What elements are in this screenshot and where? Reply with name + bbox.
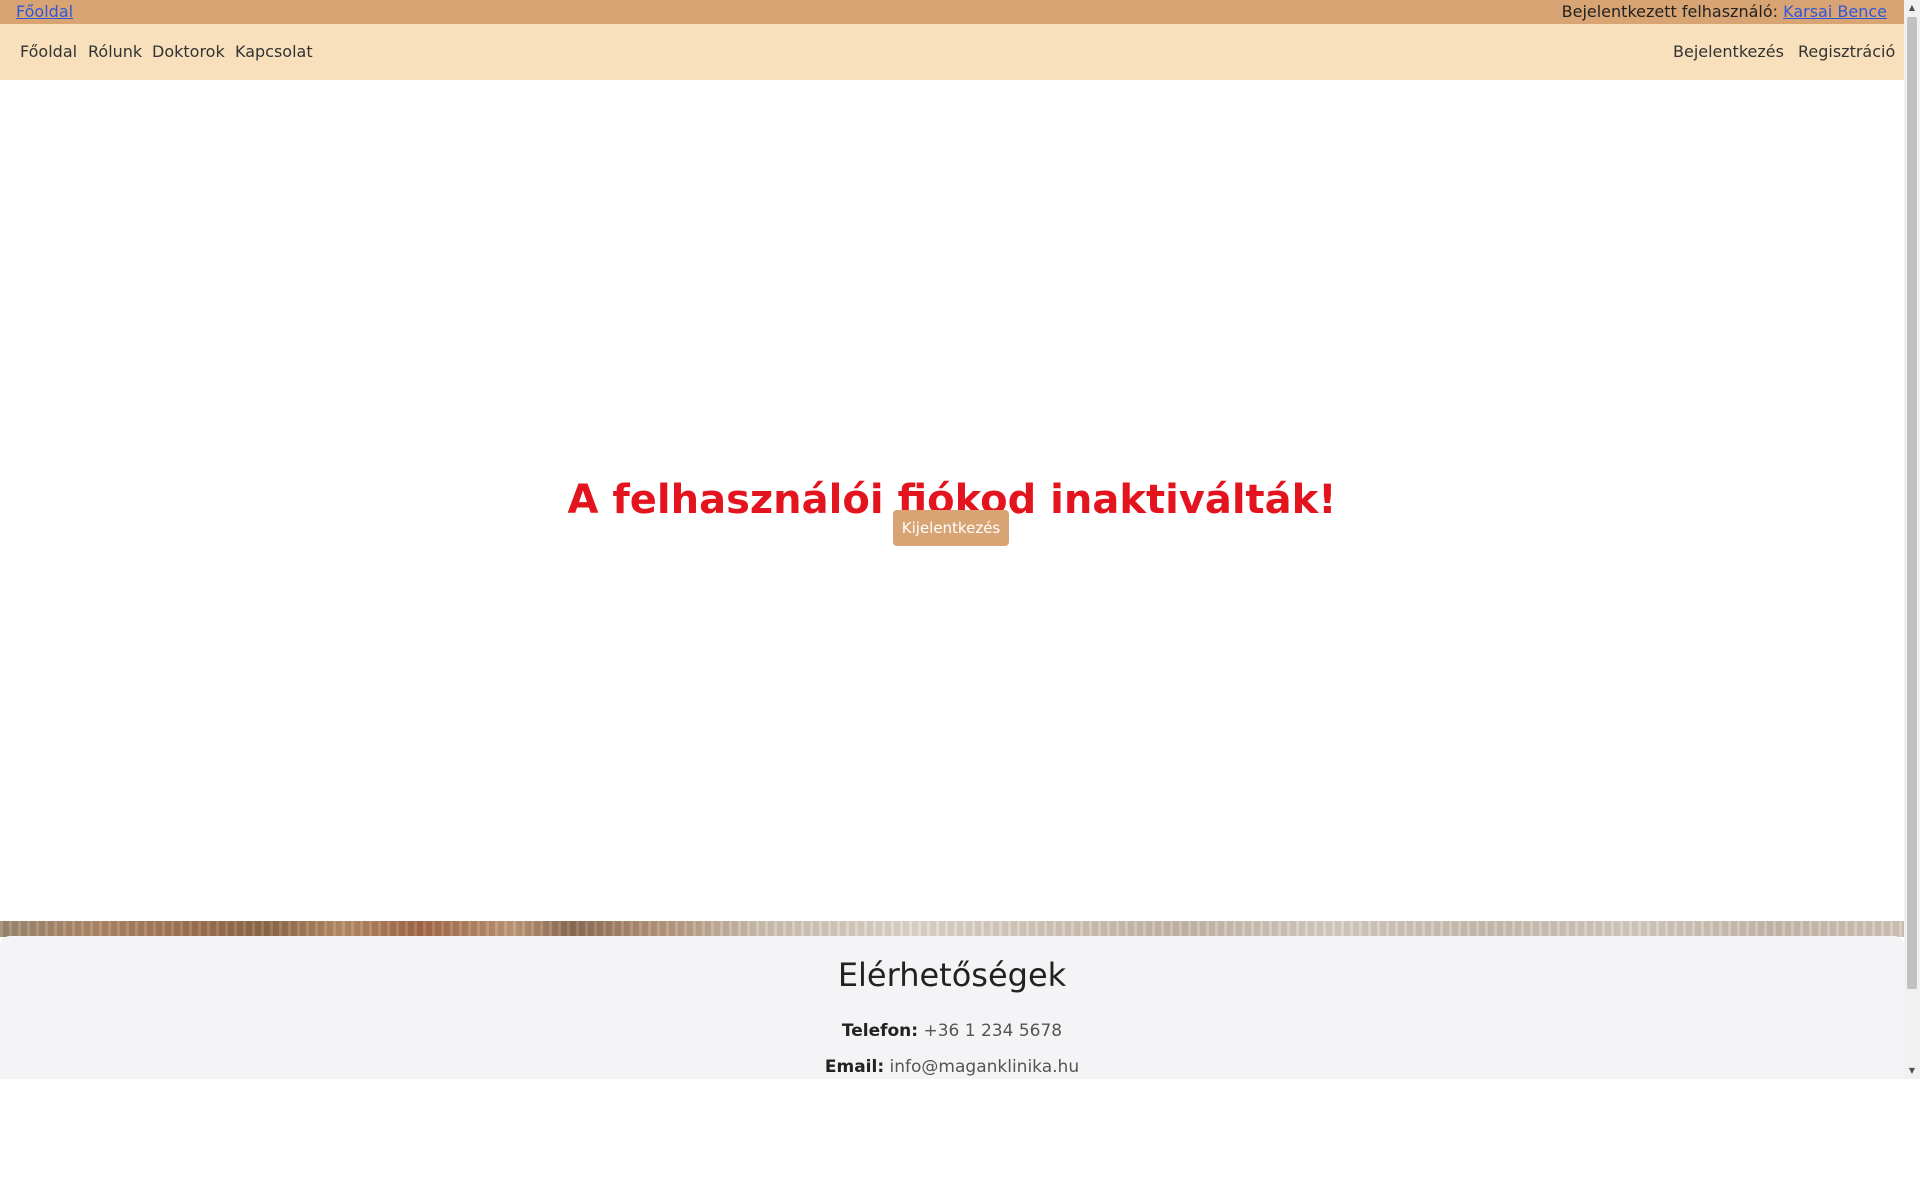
scrollbar-thumb[interactable] <box>1907 17 1917 989</box>
user-name-link[interactable]: Karsai Bence <box>1783 2 1887 21</box>
logged-in-label: Bejelentkezett felhasználó: <box>1561 2 1779 21</box>
page: Főoldal Bejelentkezett felhasználó: Kars… <box>0 0 1904 1079</box>
logout-button[interactable]: Kijelentkezés <box>893 510 1009 546</box>
nav-item-home[interactable]: Főoldal <box>20 24 77 80</box>
nav-item-about[interactable]: Rólunk <box>88 24 142 80</box>
nav-item-doctors[interactable]: Doktorok <box>152 24 225 80</box>
vertical-scrollbar[interactable]: ▲ ▼ <box>1904 0 1920 1079</box>
contact-email-line: Email: info@maganklinika.hu <box>0 1057 1904 1077</box>
browser-viewport: Főoldal Bejelentkezett felhasználó: Kars… <box>0 0 1920 1079</box>
scroll-up-arrow-icon[interactable]: ▲ <box>1904 0 1920 16</box>
email-label: Email: <box>824 1057 885 1077</box>
top-home-link[interactable]: Főoldal <box>16 0 73 24</box>
phone-value: +36 1 234 5678 <box>923 1021 1063 1041</box>
nav-item-register[interactable]: Regisztráció <box>1798 24 1895 80</box>
nav-item-login[interactable]: Bejelentkezés <box>1673 24 1784 80</box>
scroll-down-arrow-icon[interactable]: ▼ <box>1904 1063 1920 1079</box>
footer-background-photo <box>0 921 1904 937</box>
email-value: info@maganklinika.hu <box>889 1057 1080 1077</box>
top-bar: Főoldal Bejelentkezett felhasználó: Kars… <box>0 0 1904 24</box>
phone-label: Telefon: <box>841 1021 919 1041</box>
main-navbar: Főoldal Rólunk Doktorok Kapcsolat Bejele… <box>0 24 1904 80</box>
nav-item-contact[interactable]: Kapcsolat <box>235 24 313 80</box>
logged-in-user-area: Bejelentkezett felhasználó: Karsai Bence <box>1562 0 1887 24</box>
photo-texture <box>0 921 1904 937</box>
contact-section: Elérhetőségek Telefon: +36 1 234 5678 Em… <box>0 936 1904 1079</box>
contact-title: Elérhetőségek <box>837 956 1067 994</box>
contact-phone-line: Telefon: +36 1 234 5678 <box>0 1021 1904 1041</box>
